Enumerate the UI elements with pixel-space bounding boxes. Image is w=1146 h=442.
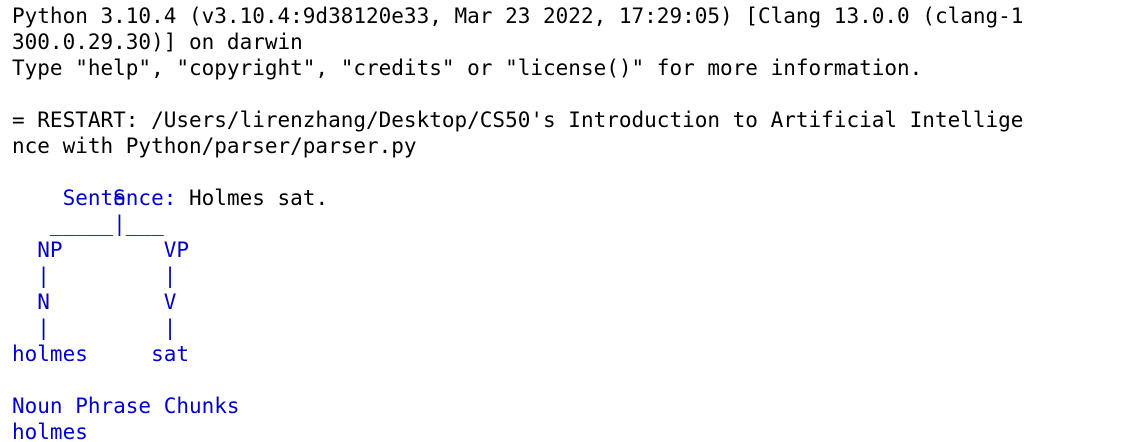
parse-tree-line-4: | | [12,264,177,288]
banner-line-2: 300.0.29.30)] on darwin [12,30,303,54]
restart-line-1: = RESTART: /Users/lirenzhang/Desktop/CS5… [12,108,1024,132]
parse-tree-line-3: NP VP [12,238,190,262]
restart-line-2: nce with Python/parser/parser.py [12,134,417,158]
noun-phrase-chunk: holmes [12,420,88,442]
python-shell-output[interactable]: Python 3.10.4 (v3.10.4:9d38120e33, Mar 2… [0,0,1146,442]
parse-tree-line-1: S [12,186,126,210]
banner-line-3: Type "help", "copyright", "credits" or "… [12,56,923,80]
parse-tree-line-2: _____|___ [12,212,164,236]
sentence-input: Holmes sat. [176,186,329,210]
banner-line-1: Python 3.10.4 (v3.10.4:9d38120e33, Mar 2… [12,4,1024,28]
parse-tree-line-5: N V [12,290,177,314]
noun-phrase-chunks-heading: Noun Phrase Chunks [12,394,240,418]
parse-tree-line-6: | | [12,316,177,340]
parse-tree-line-7: holmes sat [12,342,190,366]
sentence-prompt-line: Sentence: Holmes sat. [12,159,329,210]
